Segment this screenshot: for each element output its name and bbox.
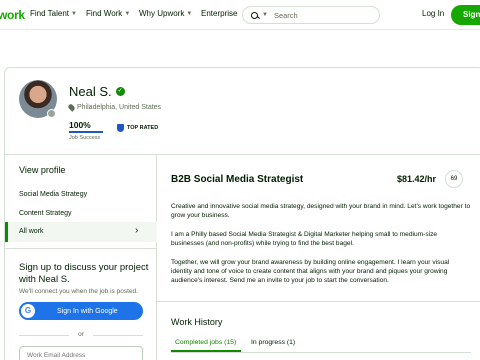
profile-sidebar: View profile Social Media Strategy Conte… [5, 155, 157, 360]
nav-find-work[interactable]: Find Work ▼ [86, 9, 130, 18]
chevron-down-icon: ▼ [71, 10, 77, 17]
signup-button[interactable]: Sign [451, 5, 480, 25]
top-nav: work Find Talent ▼ Find Work ▼ Why Upwor… [0, 0, 480, 30]
view-profile-heading: View profile [19, 165, 66, 175]
search-input[interactable]: ▼ Search [242, 6, 380, 24]
profile-name-text: Neal S. [69, 84, 112, 99]
profile-job-title: B2B Social Media Strategist [171, 174, 304, 185]
nav-find-talent-label: Find Talent [30, 9, 69, 18]
upwork-logo[interactable]: work [0, 8, 25, 22]
search-icon [251, 11, 258, 19]
share-count-button[interactable]: 69 [445, 170, 463, 188]
job-success-score: 100% [69, 120, 91, 130]
profile-header: Neal S. ✓ Philadelphia, United States 10… [5, 68, 480, 155]
nav-why-upwork-label: Why Upwork [139, 9, 185, 18]
overview-paragraph: Together, we will grow your brand awaren… [171, 259, 450, 284]
location-text: Philadelphia, United States [77, 104, 162, 111]
overview-paragraph: I am a Philly based Social Media Strateg… [171, 231, 438, 247]
search-placeholder: Search [273, 10, 298, 20]
signup-cta-title: Sign up to discuss your project with Nea… [19, 262, 149, 285]
sidebar-divider [5, 248, 157, 249]
login-link[interactable]: Log In [422, 9, 444, 18]
email-field[interactable] [19, 346, 143, 360]
profile-location: Philadelphia, United States [67, 103, 162, 112]
top-rated-label: TOP RATED [127, 125, 159, 131]
sidebar-item-all-work[interactable]: All work › [5, 222, 157, 242]
nav-enterprise[interactable]: Enterprise [201, 9, 237, 18]
job-success-label: Job Success [69, 135, 101, 141]
section-divider [157, 301, 480, 302]
profile-main: B2B Social Media Strategist $81.42/hr 69… [157, 155, 480, 360]
google-signin-button[interactable]: G Sign In with Google [19, 302, 143, 320]
active-indicator [5, 222, 8, 242]
chevron-right-icon: › [135, 225, 139, 236]
google-signin-label: Sign In with Google [57, 307, 118, 315]
chevron-down-icon[interactable]: ▼ [262, 12, 268, 18]
or-divider: or [19, 331, 143, 338]
job-success-bar [69, 131, 103, 133]
status-indicator [47, 109, 56, 118]
location-pin-icon [67, 103, 76, 112]
sidebar-item-all-work-label: All work [19, 228, 44, 235]
nav-find-work-label: Find Work [86, 9, 123, 18]
google-icon: G [21, 304, 35, 318]
profile-name: Neal S. ✓ [69, 84, 125, 99]
active-tab-indicator [171, 350, 241, 352]
profile-card: Neal S. ✓ Philadelphia, United States 10… [4, 67, 480, 360]
work-history-heading: Work History [171, 317, 223, 327]
overview-paragraph: Creative and innovative social media str… [171, 203, 471, 219]
tab-completed-jobs[interactable]: Completed jobs (15) [175, 339, 236, 346]
signup-cta-subtitle: We'll connect you when the job is posted… [19, 288, 138, 295]
nav-enterprise-label: Enterprise [201, 9, 238, 18]
tab-in-progress[interactable]: In progress (1) [251, 339, 295, 346]
top-rated-badge: TOP RATED [117, 124, 158, 132]
nav-why-upwork[interactable]: Why Upwork ▼ [139, 9, 192, 18]
nav-find-talent[interactable]: Find Talent ▼ [30, 9, 77, 18]
chevron-down-icon: ▼ [124, 10, 131, 17]
sidebar-item-content-strategy[interactable]: Content Strategy [19, 210, 72, 217]
hourly-rate: $81.42/hr [397, 174, 437, 184]
chevron-down-icon: ▼ [186, 10, 193, 17]
job-success-fill [69, 131, 103, 133]
sidebar-item-social-media-strategy[interactable]: Social Media Strategy [19, 191, 87, 198]
tabs-divider [171, 352, 471, 353]
verified-icon: ✓ [115, 87, 125, 96]
shield-icon [117, 124, 124, 132]
